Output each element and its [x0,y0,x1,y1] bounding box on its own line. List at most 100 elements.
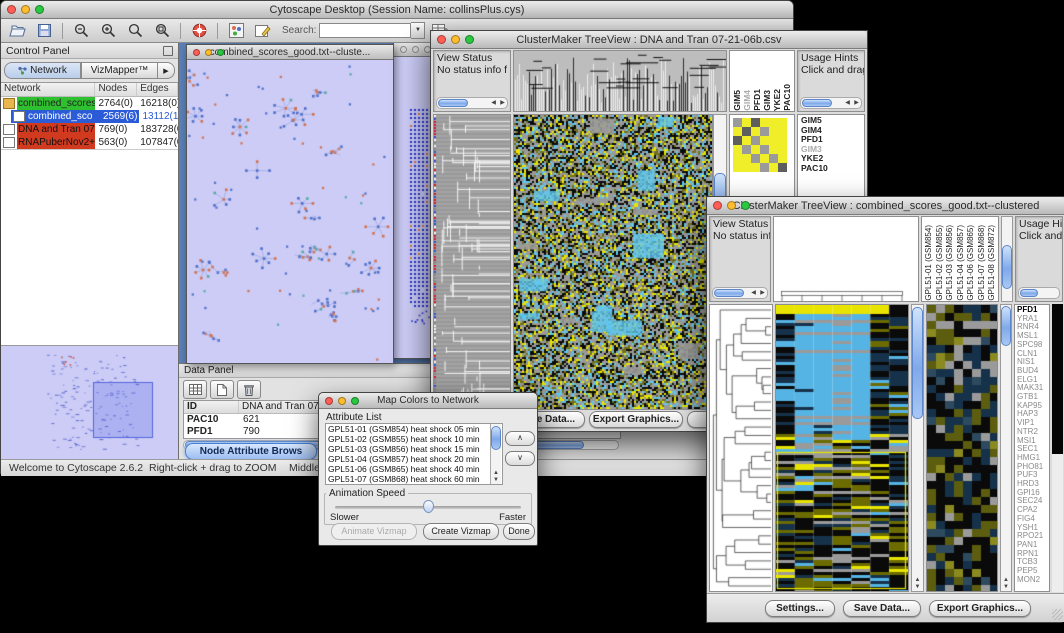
column-label[interactable]: GPL51-08 (GSM872) [987,225,998,301]
treeview1-titlebar[interactable]: ClusterMaker TreeView : DNA and Tran 07-… [431,31,867,49]
column-dendrogram[interactable] [773,216,919,302]
tab-more-arrow[interactable]: ▶ [158,62,175,79]
scroll-left-icon[interactable]: ◀ [489,99,498,107]
scrollbar-thumb[interactable] [1020,289,1038,297]
float-panel-icon[interactable] [163,46,173,56]
zoom-heatmap-panel[interactable] [926,304,998,592]
column-label[interactable]: GIM5 [732,90,742,111]
column-label[interactable]: PFD1 [752,89,762,111]
main-titlebar[interactable]: Cytoscape Desktop (Session Name: collins… [1,1,793,19]
done-button[interactable]: Done [503,523,535,540]
save-data-button[interactable]: Save Data... [843,600,921,617]
row-dendrogram[interactable] [709,304,773,592]
heatmap-global-view[interactable] [775,304,909,592]
gene-label[interactable]: PAC10 [801,164,864,174]
scrollbar-thumb[interactable] [1001,306,1011,346]
move-up-button[interactable]: ∧ [505,431,535,446]
col-edges[interactable]: Edges [137,83,178,96]
close-button[interactable] [193,49,200,56]
zoom-selected-button[interactable] [150,21,174,40]
row-dendrogram[interactable] [433,114,511,410]
column-labels-scrollbar[interactable] [1001,216,1013,302]
settings-button[interactable]: Settings... [765,600,835,617]
table-row[interactable]: combined_scores_ 2764(0) 16218(0) [1,97,178,110]
table-row[interactable]: RNAPuberNov2+ 563(0) 107847(0) [1,136,178,149]
zoom-out-button[interactable] [69,21,93,40]
search-input[interactable] [319,23,411,38]
gene-labels-scrollbar[interactable]: ▲▼ [1000,304,1012,592]
scroll-right-icon[interactable]: ▶ [852,99,861,107]
zoom-in-button[interactable] [96,21,120,40]
column-dendrogram[interactable] [513,50,727,112]
close-button[interactable] [400,46,407,53]
scroll-left-icon[interactable]: ◀ [749,289,758,297]
scrollbar-thumb[interactable] [1002,245,1012,289]
gene-label[interactable]: MON2 [1017,576,1049,585]
column-label[interactable]: GPL51-03 (GSM856) [945,225,956,301]
column-label[interactable]: GPL51-06 (GSM865) [966,225,977,301]
vizmap-node-button[interactable] [224,21,248,40]
select-attributes-button[interactable] [183,380,207,399]
resize-grip[interactable] [1052,609,1063,620]
scroll-right-icon[interactable]: ▶ [758,289,767,297]
zoom-button[interactable] [741,201,750,210]
zoom-button[interactable] [351,397,359,405]
view-status-scrollbar[interactable]: ◀▶ [436,97,508,109]
minimize-button[interactable] [412,46,419,53]
birdseye-canvas[interactable] [1,346,177,457]
gene-labels-panel[interactable]: PFD1YRA1RNR4MSL1SPC98CLN1NIS1BUD4ELG1MAK… [1014,304,1050,592]
zoom-heatmap-grid[interactable] [733,118,787,172]
view-status-scrollbar[interactable]: ◀▶ [712,287,768,299]
column-label[interactable]: GPL51-01 (GSM854) [924,225,935,301]
birdseye-view[interactable] [1,345,178,459]
heatmap-vscrollbar[interactable]: ▲▼ [911,304,924,592]
network-canvas[interactable] [187,60,391,363]
minimize-button[interactable] [21,5,30,14]
open-file-button[interactable] [5,21,29,40]
usage-hints-scrollbar[interactable] [1018,287,1060,299]
scroll-down-icon[interactable]: ▼ [491,477,501,484]
attribute-list[interactable]: GPL51-01 (GSM854) heat shock 05 minGPL51… [325,423,503,485]
node-attribute-browser-button[interactable]: Node Attribute Brows [185,443,317,459]
scroll-down-icon[interactable]: ▼ [1001,584,1011,591]
export-graphics-button[interactable]: Export Graphics... [589,411,683,428]
scroll-left-icon[interactable]: ◀ [843,99,852,107]
scroll-up-icon[interactable]: ▲ [491,470,501,477]
save-button[interactable] [32,21,56,40]
minimize-button[interactable] [451,35,460,44]
col-nodes[interactable]: Nodes [95,83,137,96]
zoom-button[interactable] [465,35,474,44]
table-row[interactable]: combined_sco 2569(6) 13112(15) [1,110,178,123]
speed-slider-thumb[interactable] [423,500,434,513]
tab-network[interactable]: Network [4,62,81,79]
close-button[interactable] [7,5,16,14]
close-button[interactable] [713,201,722,210]
attribute-list-scrollbar[interactable]: ▲▼ [490,424,501,484]
minimize-button[interactable] [727,201,736,210]
heatmap-global-view[interactable] [513,114,713,410]
zoom-button[interactable] [35,5,44,14]
animate-vizmap-button[interactable]: Animate Vizmap [331,523,417,540]
minimize-button[interactable] [338,397,346,405]
zoom-fit-button[interactable] [123,21,147,40]
attribute-item[interactable]: GPL51-07 (GSM868) heat shock 60 min [328,475,490,485]
scroll-up-icon[interactable]: ▲ [912,577,923,584]
scroll-down-icon[interactable]: ▼ [912,584,923,591]
treeview2-titlebar[interactable]: ClusterMaker TreeView : combined_scores_… [707,197,1064,215]
column-labels[interactable]: GPL51-01 (GSM854)GPL51-02 (GSM855)GPL51-… [921,216,999,302]
column-labels[interactable]: GIM5GIM4PFD1GIM3YKE2PAC10 [729,50,795,112]
search-dropdown-arrow[interactable]: ▼ [411,22,425,39]
column-label[interactable]: YKE2 [772,89,782,111]
scrollbar-thumb[interactable] [438,99,468,107]
column-label[interactable]: GPL51-07 (GSM868) [977,225,988,301]
create-vizmap-button[interactable]: Create Vizmap [423,523,499,540]
scrollbar-thumb[interactable] [912,307,923,419]
delete-attribute-button[interactable] [237,380,261,399]
dialog-titlebar[interactable]: Map Colors to Network [319,393,537,409]
col-network[interactable]: Network [1,83,95,96]
usage-hints-scrollbar[interactable]: ◀▶ [800,97,862,109]
scrollbar-thumb[interactable] [802,99,832,107]
zoom-button[interactable] [217,49,224,56]
new-attribute-button[interactable] [210,380,234,399]
annotation-button[interactable] [251,21,275,40]
